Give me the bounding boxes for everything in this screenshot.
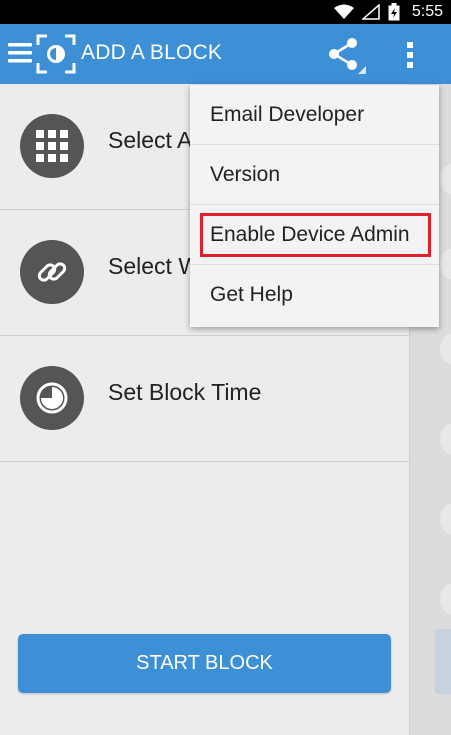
battery-charging-icon <box>388 3 400 21</box>
overflow-menu: Email Developer Version Enable Device Ad… <box>190 85 439 327</box>
menu-item-email-developer[interactable]: Email Developer <box>190 85 439 145</box>
status-time: 5:55 <box>411 3 443 20</box>
list-item-label: Set Block Time <box>108 379 262 405</box>
status-icons: 5:55 <box>333 0 443 24</box>
list-item-label: Select W <box>108 253 201 279</box>
link-icon <box>20 240 84 304</box>
wifi-icon <box>333 4 354 19</box>
app-bar: ADD A BLOCK <box>0 24 451 84</box>
menu-item-enable-device-admin[interactable]: Enable Device Admin <box>190 205 439 265</box>
menu-item-label: Enable Device Admin <box>210 223 410 246</box>
overflow-menu-icon[interactable] <box>405 41 415 69</box>
share-icon[interactable] <box>326 38 368 74</box>
app-title: ADD A BLOCK <box>81 41 223 64</box>
panel-button-edge <box>435 629 451 694</box>
screen: 5:55 ADD A BLOCK Select A Select W Set B… <box>0 0 451 735</box>
list-item-label: Select A <box>108 127 193 153</box>
signal-icon <box>361 4 380 20</box>
panel-knob <box>440 249 451 279</box>
status-bar: 5:55 <box>0 0 451 24</box>
start-block-button[interactable]: START BLOCK <box>18 634 391 693</box>
apps-grid-icon <box>20 114 84 178</box>
panel-knob <box>440 584 451 614</box>
menu-item-label: Email Developer <box>210 103 365 126</box>
menu-item-label: Version <box>210 163 281 186</box>
menu-item-version[interactable]: Version <box>190 145 439 205</box>
app-logo-icon <box>36 34 76 74</box>
panel-knob <box>440 504 451 534</box>
list-item-set-block-time[interactable]: Set Block Time <box>0 336 409 462</box>
clock-pie-icon <box>20 366 84 430</box>
menu-icon[interactable] <box>8 42 32 64</box>
panel-knob <box>440 334 451 364</box>
menu-item-label: Get Help <box>210 283 293 306</box>
menu-item-get-help[interactable]: Get Help <box>190 265 439 325</box>
panel-knob <box>440 164 451 194</box>
panel-knob <box>440 424 451 454</box>
